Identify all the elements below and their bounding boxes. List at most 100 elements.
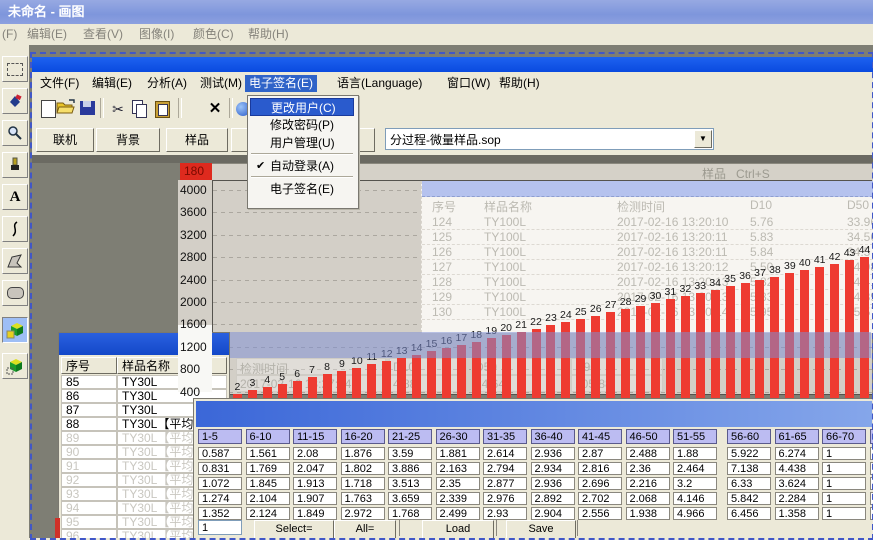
grid-cell[interactable]: 1.849 bbox=[293, 507, 337, 520]
grid-cell[interactable]: 2.163 bbox=[436, 462, 480, 475]
paint-menu-5[interactable]: 帮助(H) bbox=[248, 26, 289, 43]
grid-cell[interactable]: 2.216 bbox=[626, 477, 670, 490]
curve-tool-icon[interactable] bbox=[2, 216, 28, 242]
grid-cell[interactable]: 2.556 bbox=[578, 507, 622, 520]
grid-cell[interactable]: 1.881 bbox=[436, 447, 480, 460]
left-row-id[interactable]: 85 bbox=[61, 375, 117, 389]
paint-menu-3[interactable]: 图像(I) bbox=[139, 26, 174, 43]
grid-cell[interactable]: 2.284 bbox=[775, 492, 819, 505]
menu-item-0[interactable]: 更改用户(C) bbox=[250, 98, 354, 116]
grid-cell[interactable]: 2.488 bbox=[626, 447, 670, 460]
delete-icon[interactable]: ✕ bbox=[205, 99, 225, 119]
grid-cell[interactable]: 2.696 bbox=[578, 477, 622, 490]
grid-cell[interactable]: 3.659 bbox=[388, 492, 432, 505]
grid-cell[interactable]: 6.274 bbox=[775, 447, 819, 460]
grid-cell[interactable]: 2.892 bbox=[531, 492, 575, 505]
app-titlebar[interactable] bbox=[32, 57, 873, 72]
grid-cell[interactable]: 7.138 bbox=[727, 462, 771, 475]
grid-cell[interactable]: 0.831 bbox=[198, 462, 242, 475]
grid-cell[interactable]: 2.08 bbox=[293, 447, 337, 460]
grid-cell[interactable]: 2.339 bbox=[436, 492, 480, 505]
magnifier-tool-icon[interactable] bbox=[2, 120, 28, 146]
rounded-rect-tool-icon[interactable] bbox=[2, 280, 28, 306]
grid-cell[interactable]: 1.876 bbox=[341, 447, 385, 460]
grid-cell[interactable]: 1 bbox=[822, 447, 866, 460]
save-icon[interactable] bbox=[78, 99, 98, 119]
paint-menu-2[interactable]: 查看(V) bbox=[83, 26, 123, 43]
menu-item-4[interactable]: 电子签名(E) bbox=[250, 180, 354, 198]
select-button[interactable]: Select= bbox=[254, 520, 334, 538]
left-row-id[interactable]: 91 bbox=[61, 459, 117, 473]
grid-cell[interactable]: 1 bbox=[822, 462, 866, 475]
chevron-down-icon[interactable]: ▼ bbox=[694, 130, 712, 148]
paste-icon[interactable] bbox=[152, 99, 172, 119]
grid-cell[interactable]: 3.59 bbox=[388, 447, 432, 460]
sop-combobox[interactable]: 分过程-微量样品.sop ▼ bbox=[385, 128, 714, 150]
app-menu-0[interactable]: 文件(F) bbox=[36, 75, 83, 92]
grid-cell[interactable]: 1.802 bbox=[341, 462, 385, 475]
menu-item-3[interactable]: 自动登录(A)✔ bbox=[250, 157, 354, 175]
grid-cell[interactable]: 1.769 bbox=[246, 462, 290, 475]
new-document-icon[interactable] bbox=[38, 99, 58, 119]
app-button-样品[interactable]: 样品 bbox=[166, 128, 228, 152]
grid-cell[interactable]: 2.936 bbox=[531, 447, 575, 460]
open-folder-icon[interactable] bbox=[56, 99, 76, 119]
cube-tool-2-icon[interactable] bbox=[2, 353, 28, 379]
grid-cell[interactable]: 1.352 bbox=[198, 507, 242, 520]
left-row-id[interactable]: 96 bbox=[61, 529, 117, 538]
grid-cell[interactable]: 2.36 bbox=[626, 462, 670, 475]
save-button[interactable]: Save bbox=[506, 520, 576, 538]
grid-cell[interactable]: 1.358 bbox=[775, 507, 819, 520]
left-row-id[interactable]: 88 bbox=[61, 417, 117, 431]
cube-tool-1-icon[interactable] bbox=[2, 317, 28, 343]
grid-cell[interactable]: 2.702 bbox=[578, 492, 622, 505]
grid-cell[interactable]: 4.146 bbox=[673, 492, 717, 505]
grid-cell[interactable]: 2.934 bbox=[531, 462, 575, 475]
grid-cell[interactable]: 5.842 bbox=[727, 492, 771, 505]
grid-cell[interactable]: 0.587 bbox=[198, 447, 242, 460]
row-count-input[interactable]: 1 bbox=[198, 520, 242, 535]
grid-cell[interactable]: 2.794 bbox=[483, 462, 527, 475]
paint-menu-1[interactable]: 编辑(E) bbox=[27, 26, 67, 43]
grid-cell[interactable]: 3.886 bbox=[388, 462, 432, 475]
grid-cell[interactable]: 2.124 bbox=[246, 507, 290, 520]
grid-cell[interactable]: 1 bbox=[822, 507, 866, 520]
grid-cell[interactable]: 1.88 bbox=[673, 447, 717, 460]
polygon-tool-icon[interactable] bbox=[2, 248, 28, 274]
grid-cell[interactable]: 2.976 bbox=[483, 492, 527, 505]
grid-cell[interactable]: 2.87 bbox=[578, 447, 622, 460]
grid-cell[interactable]: 2.35 bbox=[436, 477, 480, 490]
grid-cell[interactable]: 1.072 bbox=[198, 477, 242, 490]
app-button-联机[interactable]: 联机 bbox=[36, 128, 94, 152]
app-menu-4[interactable]: 电子签名(E) bbox=[245, 75, 317, 92]
left-row-id[interactable]: 95 bbox=[61, 515, 117, 529]
grid-cell[interactable]: 1.561 bbox=[246, 447, 290, 460]
app-button-背景[interactable]: 背景 bbox=[96, 128, 160, 152]
grid-cell[interactable]: 2.936 bbox=[531, 477, 575, 490]
app-menu-1[interactable]: 编辑(E) bbox=[88, 75, 136, 92]
app-menu-7[interactable]: 帮助(H) bbox=[495, 75, 544, 92]
left-row-id[interactable]: 90 bbox=[61, 445, 117, 459]
grid-cell[interactable]: 1.768 bbox=[388, 507, 432, 520]
grid-cell[interactable]: 1.274 bbox=[198, 492, 242, 505]
grid-cell[interactable]: 3.2 bbox=[673, 477, 717, 490]
app-menu-6[interactable]: 窗口(W) bbox=[443, 75, 494, 92]
menu-item-2[interactable]: 用户管理(U) bbox=[250, 134, 354, 152]
left-row-id[interactable]: 87 bbox=[61, 403, 117, 417]
grid-cell[interactable]: 1 bbox=[822, 477, 866, 490]
paint-menu-0[interactable]: (F) bbox=[2, 26, 17, 43]
menu-item-1[interactable]: 修改密码(P) bbox=[250, 116, 354, 134]
app-menu-2[interactable]: 分析(A) bbox=[143, 75, 191, 92]
grid-cell[interactable]: 3.513 bbox=[388, 477, 432, 490]
grid-cell[interactable]: 2.614 bbox=[483, 447, 527, 460]
grid-cell[interactable]: 2.877 bbox=[483, 477, 527, 490]
grid-cell[interactable]: 1.845 bbox=[246, 477, 290, 490]
left-row-id[interactable]: 86 bbox=[61, 389, 117, 403]
all-button[interactable]: All= bbox=[334, 520, 396, 538]
copy-icon[interactable] bbox=[130, 99, 150, 119]
app-menu-5[interactable]: 语言(Language) bbox=[333, 75, 426, 92]
grid-cell[interactable]: 2.068 bbox=[626, 492, 670, 505]
grid-cell[interactable]: 2.047 bbox=[293, 462, 337, 475]
left-row-id[interactable]: 94 bbox=[61, 501, 117, 515]
grid-cell[interactable]: 5.922 bbox=[727, 447, 771, 460]
